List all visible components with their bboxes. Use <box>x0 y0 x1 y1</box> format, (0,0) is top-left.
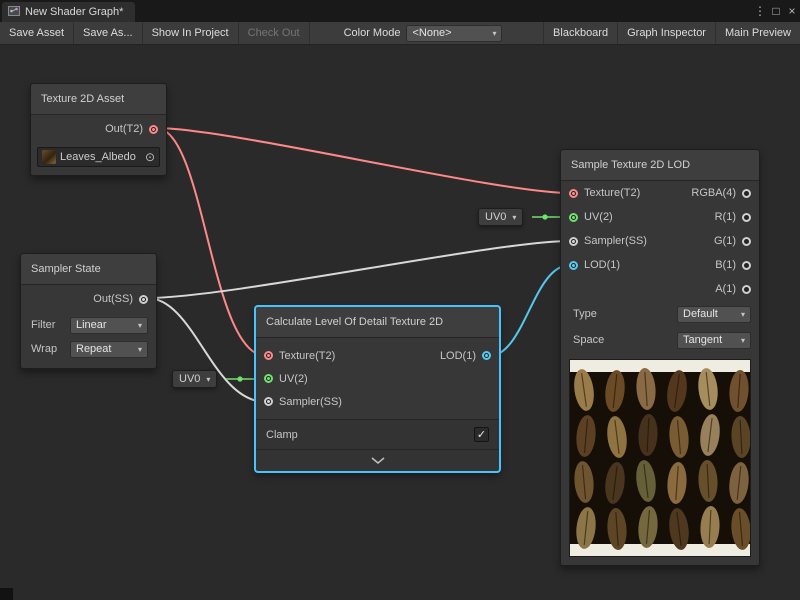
node-title: Sampler State <box>21 254 156 285</box>
wrap-value: Repeat <box>76 343 111 355</box>
object-picker-icon[interactable]: ⊙ <box>145 151 155 163</box>
shader-graph-icon <box>8 5 20 20</box>
port-in-texture[interactable] <box>569 189 578 198</box>
chevron-down-icon: ▾ <box>138 345 142 354</box>
blackboard-toggle-button[interactable]: Blackboard <box>543 22 617 44</box>
chevron-down-icon: ▾ <box>138 321 142 330</box>
port-out-rgba[interactable] <box>742 189 751 198</box>
color-mode-label: Color Mode <box>338 22 407 44</box>
toolbar-left-group: Save Asset Save As... Show In Project Ch… <box>0 22 310 44</box>
document-tab[interactable]: New Shader Graph* <box>2 2 135 22</box>
port-label: Out(SS) <box>93 293 133 305</box>
port-label: Sampler(SS) <box>584 235 647 247</box>
port-in-sampler[interactable] <box>264 397 273 406</box>
titlebar: New Shader Graph* ⋮ □ × <box>0 0 800 22</box>
node-calculate-lod-texture-2d[interactable]: Calculate Level Of Detail Texture 2D Tex… <box>255 306 500 472</box>
port-label: LOD(1) <box>584 259 620 271</box>
filter-label: Filter <box>31 319 55 331</box>
wrap-label: Wrap <box>31 343 57 355</box>
edge-texture-to-calculate <box>156 128 266 356</box>
graph-inspector-toggle-button[interactable]: Graph Inspector <box>617 22 715 44</box>
port-in-uv[interactable] <box>264 374 273 383</box>
space-label: Space <box>573 334 604 346</box>
texture-object-field[interactable]: Leaves_Albedo ⊙ <box>37 147 160 167</box>
space-dropdown[interactable]: Tangent ▾ <box>677 332 751 349</box>
wrap-dropdown[interactable]: Repeat ▾ <box>70 341 148 358</box>
port-label: RGBA(4) <box>691 187 736 199</box>
port-label: B(1) <box>715 259 736 271</box>
save-as-button[interactable]: Save As... <box>74 22 143 44</box>
save-asset-button[interactable]: Save Asset <box>0 22 74 44</box>
edge-texture-to-sample <box>156 128 570 193</box>
uv-default-dot-sample <box>542 214 547 219</box>
window-controls: ⋮ □ × <box>752 0 800 22</box>
show-in-project-button[interactable]: Show In Project <box>143 22 239 44</box>
node-texture-2d-asset[interactable]: Texture 2D Asset Out(T2) Leaves_Albedo ⊙ <box>30 83 167 176</box>
port-out-t2[interactable] <box>149 125 158 134</box>
edge-sampler-to-sample <box>147 241 570 298</box>
port-in-uv[interactable] <box>569 213 578 222</box>
type-label: Type <box>573 308 597 320</box>
filter-value: Linear <box>76 319 107 331</box>
node-title: Calculate Level Of Detail Texture 2D <box>256 307 499 338</box>
port-label: Texture(T2) <box>279 350 335 362</box>
texture-thumbnail <box>42 150 56 164</box>
color-mode-dropdown[interactable]: <None> ▾ <box>406 25 502 42</box>
node-title: Sample Texture 2D LOD <box>561 150 759 181</box>
tab-title: New Shader Graph* <box>25 6 123 18</box>
port-label: Out(T2) <box>105 123 143 135</box>
port-label: UV(2) <box>584 211 613 223</box>
chevron-down-icon: ▾ <box>741 336 745 345</box>
canvas-corner <box>0 588 13 600</box>
graph-canvas[interactable]: Texture 2D Asset Out(T2) Leaves_Albedo ⊙… <box>0 45 800 600</box>
port-out-r[interactable] <box>742 213 751 222</box>
uv-channel-value: UV0 <box>179 373 200 385</box>
clamp-label: Clamp <box>266 429 298 441</box>
menu-kebab-icon[interactable]: ⋮ <box>752 4 768 18</box>
space-value: Tangent <box>683 334 722 346</box>
chevron-down-icon: ▾ <box>512 213 516 222</box>
port-out-ss[interactable] <box>139 295 148 304</box>
port-out-lod[interactable] <box>482 351 491 360</box>
uv-channel-pill-calculate[interactable]: UV0 ▾ <box>172 370 217 388</box>
port-label: LOD(1) <box>440 350 476 362</box>
maximize-icon[interactable]: □ <box>768 4 784 18</box>
uv-channel-pill-sample[interactable]: UV0 ▾ <box>478 208 523 226</box>
graph-toolbar: Save Asset Save As... Show In Project Ch… <box>0 22 800 45</box>
node-sample-texture-2d-lod[interactable]: Sample Texture 2D LOD Texture(T2) RGBA(4… <box>560 149 760 566</box>
node-title: Texture 2D Asset <box>31 84 166 115</box>
uv-channel-value: UV0 <box>485 211 506 223</box>
color-mode-value: <None> <box>412 27 451 39</box>
port-label: A(1) <box>715 283 736 295</box>
port-in-lod[interactable] <box>569 261 578 270</box>
main-preview-toggle-button[interactable]: Main Preview <box>715 22 800 44</box>
toolbar-right-group: Blackboard Graph Inspector Main Preview <box>543 22 800 44</box>
uv-default-dot-calculate <box>237 376 242 381</box>
collapse-previews-button[interactable] <box>256 449 499 471</box>
port-out-g[interactable] <box>742 237 751 246</box>
port-label: Texture(T2) <box>584 187 640 199</box>
port-out-b[interactable] <box>742 261 751 270</box>
type-dropdown[interactable]: Default ▾ <box>677 306 751 323</box>
check-out-button: Check Out <box>239 22 310 44</box>
port-label: R(1) <box>715 211 736 223</box>
close-icon[interactable]: × <box>784 4 800 18</box>
clamp-checkbox[interactable]: ✓ <box>474 427 489 442</box>
port-label: G(1) <box>714 235 736 247</box>
filter-dropdown[interactable]: Linear ▾ <box>70 317 148 334</box>
port-label: Sampler(SS) <box>279 396 342 408</box>
texture-preview <box>569 359 751 557</box>
chevron-down-icon: ▾ <box>741 310 745 319</box>
edge-lod-to-sample <box>489 265 570 356</box>
port-out-a[interactable] <box>742 285 751 294</box>
port-label: UV(2) <box>279 373 308 385</box>
type-value: Default <box>683 308 718 320</box>
chevron-down-icon <box>371 457 385 464</box>
texture-name: Leaves_Albedo <box>60 151 136 163</box>
chevron-down-icon: ▾ <box>206 375 210 384</box>
node-sampler-state[interactable]: Sampler State Out(SS) Filter Linear ▾ Wr… <box>20 253 157 369</box>
chevron-down-icon: ▾ <box>492 29 496 38</box>
port-in-sampler[interactable] <box>569 237 578 246</box>
port-in-texture[interactable] <box>264 351 273 360</box>
